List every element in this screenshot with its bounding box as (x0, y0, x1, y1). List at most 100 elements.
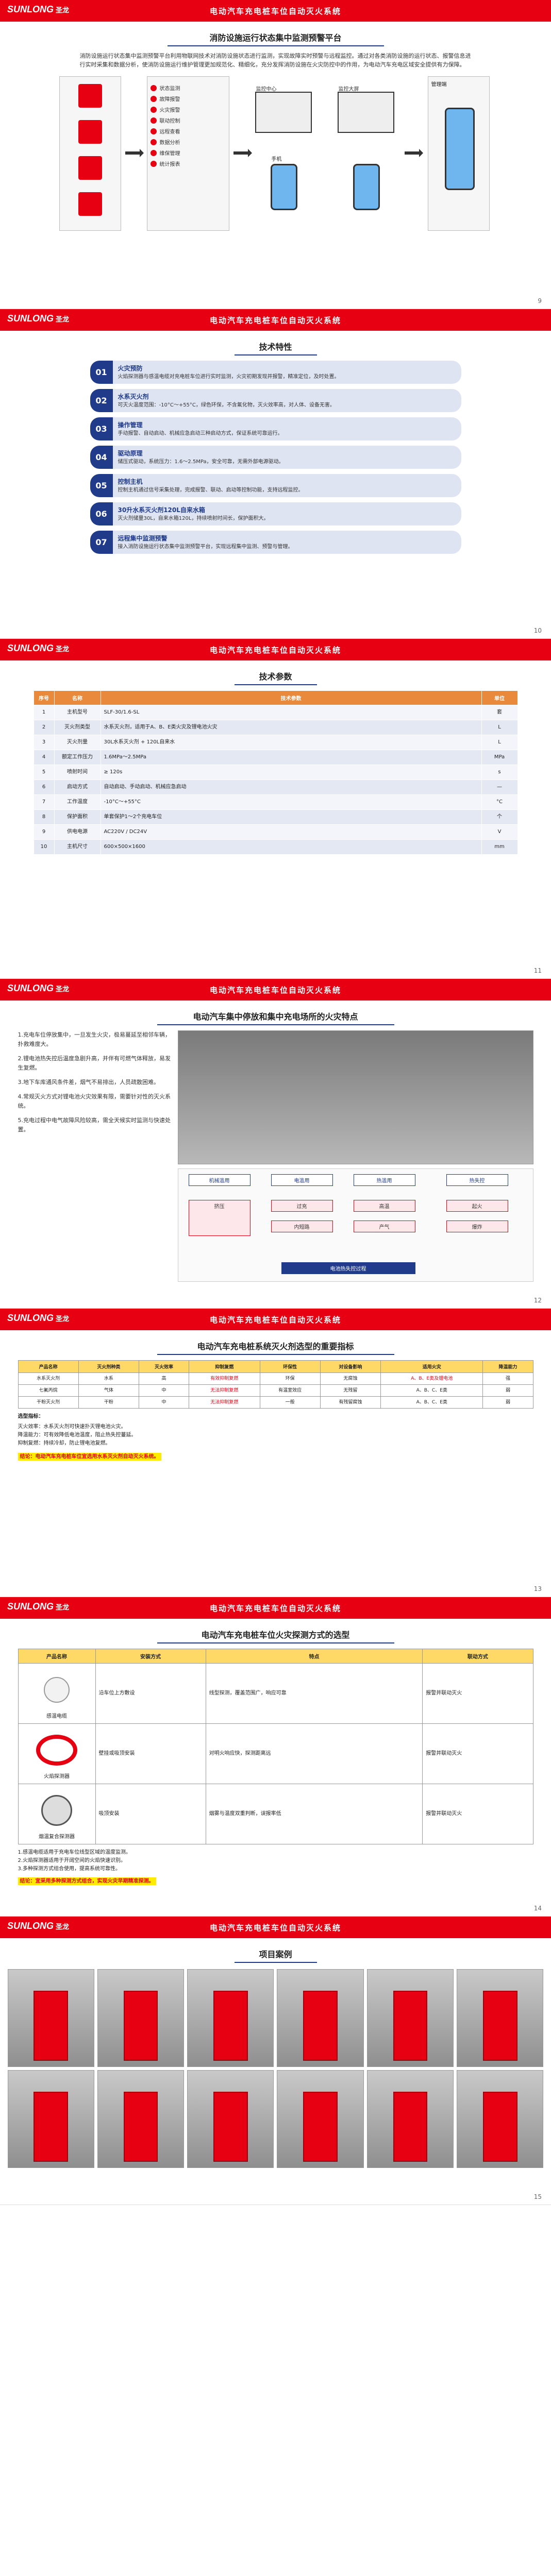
case-photo (7, 1969, 94, 2067)
diagram-box: 高温 (353, 1200, 415, 1212)
section-title: 技术特性 (234, 340, 317, 355)
page-11: SUNLONG 圣龙 电动汽车充电桩车位自动灭火系统 技术参数 序号 名称 技术参数单… (0, 639, 551, 979)
page-number: 11 (533, 967, 542, 974)
page-number: 13 (533, 1585, 542, 1592)
brand-logo: SUNLONG 圣龙 (7, 643, 70, 653)
page-13: SUNLONG 圣龙 电动汽车充电桩车位自动灭火系统 电动汽车充电桩系统灭火剂选型… (0, 1309, 551, 1597)
flow-item: 火灾报警 (150, 106, 226, 113)
header-bar: SUNLONG 圣龙 电动汽车充电桩车位自动灭火系统 (0, 1917, 551, 1938)
table-row: 4 额定工作压力 1.6MPa～2.5MPa MPa (33, 750, 518, 765)
page-12: SUNLONG 圣龙 电动汽车充电桩车位自动灭火系统 电动汽车集中停放和集中充电场… (0, 979, 551, 1309)
flow-diagram: 状态监测 故障报警 火灾报警 联动控制 远程查看 数据分析 维保管理 统计报表 … (59, 76, 492, 236)
case-photo (97, 1969, 185, 2067)
case-photo (366, 2070, 454, 2168)
case-photo (187, 1969, 274, 2067)
case-photo (277, 1969, 364, 2067)
header-bar: SUNLONG 圣龙 电动汽车充电桩车位自动灭火系统 (0, 0, 551, 22)
brand-logo: SUNLONG 圣龙 (7, 1601, 70, 1612)
table-row: 七氟丙烷 气体中无法抑制复燃 有温室效应 无残留 A、B、C、E类弱 (18, 1384, 533, 1397)
flow-arrow (125, 149, 144, 157)
section-title: 技术参数 (234, 670, 317, 685)
selection-notes: 选型指标： 灭火效率：水系灭火剂可快速扑灭锂电池火灾。 降温能力：可有效降低电池… (18, 1413, 533, 1461)
detector-table: 产品名称 安装方式 特点 联动方式 感温电缆 沿车位上方敷设 线型探测，覆盖范围广，响应… (18, 1649, 533, 1844)
tech-item: 02 水系灭火剂 可灭火温度范围：-10°C～+55°C，绿色环保，不含氟化物，灭火… (90, 389, 461, 412)
diagram-box: 爆炸 (446, 1221, 508, 1232)
tech-item: 04 驱动原理 储压式驱动，系统压力：1.6～2.5MPa，安全可靠，无需外部电源驱… (90, 446, 461, 469)
table-row: 水系灭火剂 水系高有效抑制复燃 环保 无腐蚀 A、B、E类及锂电池强 (18, 1372, 533, 1385)
detector-icon (78, 84, 102, 108)
brand-logo: SUNLONG 圣龙 (7, 1921, 70, 1931)
page-15: SUNLONG 圣龙 电动汽车充电桩车位自动灭火系统 项目案例 15 (0, 1917, 551, 2205)
page-number: 9 (538, 297, 542, 304)
case-photo (97, 2070, 185, 2168)
table-header: 产品名称 灭火剂种类 灭火效率 抑制复燃 环保性 对设备影响 适用火灾 降温能力 (18, 1360, 533, 1373)
controller-icon (78, 156, 102, 180)
brand-logo: SUNLONG 圣龙 (7, 983, 70, 993)
flow-item: 故障报警 (150, 95, 226, 103)
case-gallery (7, 1969, 544, 2168)
diagram-box: 产气 (353, 1221, 415, 1232)
brand-logo: SUNLONG 圣龙 (7, 313, 70, 324)
diagram-head: 热失控 (446, 1174, 508, 1186)
device-column (59, 76, 121, 231)
table-row: 6 启动方式 自动启动、手动启动、机械应急启动 — (33, 779, 518, 795)
cable-image (26, 1727, 88, 1773)
table-row: 5 喷射时间 ≥ 120s s (33, 765, 518, 780)
table-row: 感温电缆 沿车位上方敷设 线型探测，覆盖范围广，响应可靠 报警并联动灭火 (18, 1663, 533, 1724)
page-number: 14 (533, 1905, 542, 1912)
tech-list: 01 火灾预防 火焰探测器与感温电缆对充电桩车位进行实时监测，火灾初期发现并报警，精… (90, 361, 461, 554)
brand-logo: SUNLONG 圣龙 (7, 1313, 70, 1323)
table-row: 3 灭火剂量 30L水系灭火剂 + 120L自来水 L (33, 735, 518, 750)
section-title: 项目案例 (234, 1947, 317, 1963)
case-photo (7, 2070, 94, 2168)
flow-item: 维保管理 (150, 149, 226, 157)
phone-icon (353, 164, 380, 210)
phone-icon (444, 108, 475, 190)
case-photo (457, 1969, 544, 2067)
header-bar: SUNLONG 圣龙 电动汽车充电桩车位自动灭火系统 (0, 1309, 551, 1330)
table-row: 9 供电电源 AC220V / DC24V V (33, 824, 518, 840)
diagram-box: 起火 (446, 1200, 508, 1212)
manage-column: 管理端 (427, 76, 490, 231)
tech-item: 07 远程集中监测预警 接入消防设施运行状态集中监测预警平台，实现远程集中监测、预警… (90, 531, 461, 554)
tech-item: 01 火灾预防 火焰探测器与感温电缆对充电桩车位进行实时监测，火灾初期发现并报警，精… (90, 361, 461, 384)
feature-text: 1.充电车位停放集中，一旦发生火灾，极易蔓延至相邻车辆，扑救难度大。 2.锂电池… (18, 1031, 171, 1133)
header-bar: SUNLONG 圣龙 电动汽车充电桩车位自动灭火系统 (0, 1597, 551, 1619)
page-number: 15 (533, 2193, 542, 2200)
case-photo (187, 2070, 274, 2168)
table-header: 产品名称 安装方式 特点 联动方式 (18, 1649, 533, 1664)
header-bar: SUNLONG 圣龙 电动汽车充电桩车位自动灭火系统 (0, 979, 551, 1001)
parking-photo (177, 1030, 533, 1164)
heat-detector-image (26, 1667, 88, 1713)
diagram-box: 挤压 (188, 1200, 251, 1236)
detector-notes: 1.感温电缆适用于充电车位线型区域的温度监测。 2.火焰探测器适用于开阔空间的火… (18, 1849, 533, 1886)
tech-item: 05 控制主机 控制主机通过信号采集处理，完成报警、联动、启动等控制功能，支持远程监… (90, 474, 461, 497)
param-table: 序号 名称 技术参数 单位 1 主机型号 SLF-30/1.6-SL 套 2 灭火剂类型 水系灭… (33, 690, 518, 855)
table-row: 干粉灭火剂 干粉中无法抑制复燃 一般 有残留腐蚀 A、B、C、E类弱 (18, 1396, 533, 1409)
table-row: 2 灭火剂类型 水系灭火剂，适用于A、B、E类火灾及锂电池火灾 L (33, 720, 518, 735)
alarm-icon (78, 192, 102, 216)
flow-item: 数据分析 (150, 138, 226, 146)
flow-item: 远程查看 (150, 127, 226, 135)
brand-logo: SUNLONG 圣龙 (7, 4, 70, 14)
flow-arrow (233, 149, 252, 157)
case-photo (457, 2070, 544, 2168)
diagram-box: 过充 (271, 1200, 333, 1212)
comparison-table: 产品名称 灭火剂种类 灭火效率 抑制复燃 环保性 对设备影响 适用火灾 降温能力 水系灭火剂水… (18, 1360, 533, 1409)
header-title: 电动汽车充电桩车位自动灭火系统 (209, 1923, 341, 1933)
page-9: SUNLONG 圣龙 电动汽车充电桩车位自动灭火系统 消防设施运行状态集中监测预警… (0, 0, 551, 309)
header-title: 电动汽车充电桩车位自动灭火系统 (209, 1603, 341, 1613)
header-title: 电动汽车充电桩车位自动灭火系统 (209, 1315, 341, 1325)
diagram-head: 热滥用 (353, 1174, 415, 1186)
case-photo (366, 1969, 454, 2067)
flow-item: 状态监测 (150, 84, 226, 92)
page-14: SUNLONG 圣龙 电动汽车充电桩车位自动灭火系统 电动汽车充电桩车位火灾探测方… (0, 1597, 551, 1917)
page-number: 10 (533, 627, 542, 634)
flame-detector-image (26, 1787, 88, 1834)
table-row: 8 保护面积 单套保护1～2个充电车位个 (33, 809, 518, 825)
phone-icon (270, 164, 297, 210)
table-header: 序号 名称 技术参数 单位 (33, 690, 518, 705)
conclusion: 结论：电动汽车充电桩车位宜选用水系灭火剂自动灭火系统。 (18, 1453, 161, 1461)
feature-section: 1.充电车位停放集中，一旦发生火灾，极易蔓延至相邻车辆，扑救难度大。 2.锂电池… (18, 1030, 533, 1282)
thermal-runaway-diagram: 机械滥用 电滥用 热滥用 热失控 挤压 过充 内短路 高温 产气 起火 爆炸 电… (177, 1168, 533, 1282)
